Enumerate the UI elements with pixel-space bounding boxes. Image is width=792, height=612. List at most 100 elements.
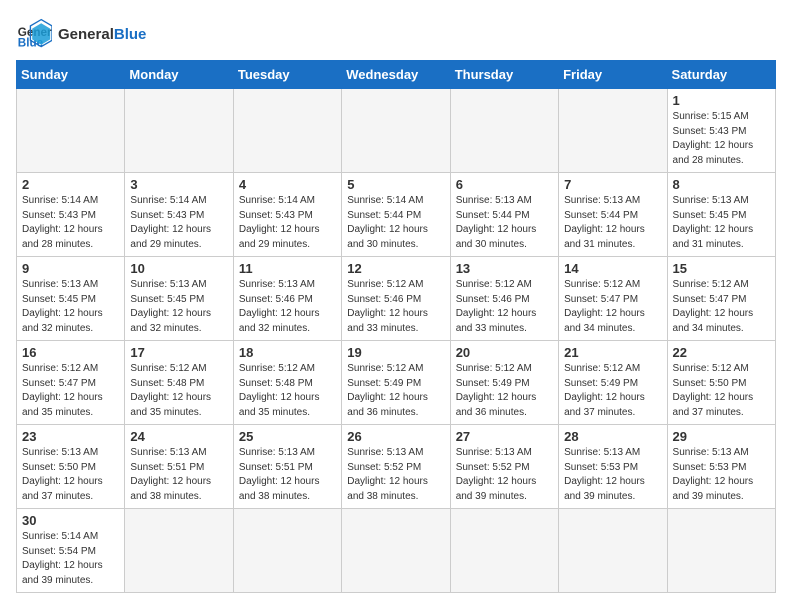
calendar-day-cell: 23 Sunrise: 5:13 AMSunset: 5:50 PMDayligh… — [17, 425, 125, 509]
calendar-day-cell: 29 Sunrise: 5:13 AMSunset: 5:53 PMDayligh… — [667, 425, 775, 509]
page-header: General Blue GeneralBlue — [16, 16, 776, 52]
weekday-header-thursday: Thursday — [450, 61, 558, 89]
calendar-day-cell: 9 Sunrise: 5:13 AMSunset: 5:45 PMDaylight… — [17, 257, 125, 341]
calendar-week-row: 2 Sunrise: 5:14 AMSunset: 5:43 PMDaylight… — [17, 173, 776, 257]
day-info: Sunrise: 5:12 AMSunset: 5:49 PMDaylight:… — [564, 362, 661, 420]
day-number: 3 — [130, 177, 227, 192]
day-info: Sunrise: 5:14 AMSunset: 5:43 PMDaylight:… — [239, 194, 336, 252]
calendar-day-cell: 3 Sunrise: 5:14 AMSunset: 5:43 PMDaylight… — [125, 173, 233, 257]
day-number: 28 — [564, 429, 661, 444]
day-info: Sunrise: 5:12 AMSunset: 5:49 PMDaylight:… — [347, 362, 444, 420]
calendar-day-cell: 8 Sunrise: 5:13 AMSunset: 5:45 PMDaylight… — [667, 173, 775, 257]
logo-general-text: GeneralBlue — [58, 26, 146, 43]
day-number: 12 — [347, 261, 444, 276]
day-info: Sunrise: 5:15 AMSunset: 5:43 PMDaylight:… — [673, 110, 770, 168]
day-number: 7 — [564, 177, 661, 192]
day-info: Sunrise: 5:14 AMSunset: 5:43 PMDaylight:… — [130, 194, 227, 252]
day-number: 18 — [239, 345, 336, 360]
calendar-week-row: 9 Sunrise: 5:13 AMSunset: 5:45 PMDaylight… — [17, 257, 776, 341]
day-number: 5 — [347, 177, 444, 192]
day-number: 13 — [456, 261, 553, 276]
day-info: Sunrise: 5:13 AMSunset: 5:53 PMDaylight:… — [564, 446, 661, 504]
day-number: 23 — [22, 429, 119, 444]
day-number: 16 — [22, 345, 119, 360]
day-number: 27 — [456, 429, 553, 444]
day-info: Sunrise: 5:13 AMSunset: 5:44 PMDaylight:… — [564, 194, 661, 252]
day-info: Sunrise: 5:13 AMSunset: 5:45 PMDaylight:… — [22, 278, 119, 336]
calendar-day-cell — [125, 89, 233, 173]
day-number: 25 — [239, 429, 336, 444]
day-number: 22 — [673, 345, 770, 360]
day-number: 20 — [456, 345, 553, 360]
day-number: 11 — [239, 261, 336, 276]
day-number: 14 — [564, 261, 661, 276]
logo-icon: General Blue — [16, 16, 52, 52]
weekday-header-row: SundayMondayTuesdayWednesdayThursdayFrid… — [17, 61, 776, 89]
calendar-day-cell — [125, 509, 233, 593]
day-info: Sunrise: 5:12 AMSunset: 5:48 PMDaylight:… — [239, 362, 336, 420]
weekday-header-friday: Friday — [559, 61, 667, 89]
calendar-day-cell: 12 Sunrise: 5:12 AMSunset: 5:46 PMDayligh… — [342, 257, 450, 341]
day-number: 30 — [22, 513, 119, 528]
day-number: 10 — [130, 261, 227, 276]
calendar-day-cell — [342, 89, 450, 173]
calendar-day-cell: 21 Sunrise: 5:12 AMSunset: 5:49 PMDayligh… — [559, 341, 667, 425]
calendar-day-cell — [17, 89, 125, 173]
day-info: Sunrise: 5:13 AMSunset: 5:51 PMDaylight:… — [130, 446, 227, 504]
calendar-day-cell: 20 Sunrise: 5:12 AMSunset: 5:49 PMDayligh… — [450, 341, 558, 425]
day-info: Sunrise: 5:13 AMSunset: 5:44 PMDaylight:… — [456, 194, 553, 252]
calendar-day-cell — [450, 89, 558, 173]
calendar-day-cell — [559, 509, 667, 593]
day-info: Sunrise: 5:13 AMSunset: 5:53 PMDaylight:… — [673, 446, 770, 504]
day-number: 1 — [673, 93, 770, 108]
day-info: Sunrise: 5:12 AMSunset: 5:46 PMDaylight:… — [347, 278, 444, 336]
calendar-day-cell: 5 Sunrise: 5:14 AMSunset: 5:44 PMDaylight… — [342, 173, 450, 257]
calendar-day-cell: 13 Sunrise: 5:12 AMSunset: 5:46 PMDayligh… — [450, 257, 558, 341]
day-info: Sunrise: 5:12 AMSunset: 5:46 PMDaylight:… — [456, 278, 553, 336]
logo: General Blue GeneralBlue — [16, 16, 146, 52]
day-info: Sunrise: 5:13 AMSunset: 5:50 PMDaylight:… — [22, 446, 119, 504]
day-number: 6 — [456, 177, 553, 192]
day-info: Sunrise: 5:14 AMSunset: 5:43 PMDaylight:… — [22, 194, 119, 252]
calendar-day-cell: 18 Sunrise: 5:12 AMSunset: 5:48 PMDayligh… — [233, 341, 341, 425]
day-info: Sunrise: 5:13 AMSunset: 5:45 PMDaylight:… — [673, 194, 770, 252]
day-number: 4 — [239, 177, 336, 192]
day-number: 29 — [673, 429, 770, 444]
day-info: Sunrise: 5:12 AMSunset: 5:49 PMDaylight:… — [456, 362, 553, 420]
weekday-header-monday: Monday — [125, 61, 233, 89]
calendar-day-cell: 19 Sunrise: 5:12 AMSunset: 5:49 PMDayligh… — [342, 341, 450, 425]
calendar-day-cell: 24 Sunrise: 5:13 AMSunset: 5:51 PMDayligh… — [125, 425, 233, 509]
day-info: Sunrise: 5:13 AMSunset: 5:51 PMDaylight:… — [239, 446, 336, 504]
calendar-day-cell: 14 Sunrise: 5:12 AMSunset: 5:47 PMDayligh… — [559, 257, 667, 341]
calendar-day-cell: 4 Sunrise: 5:14 AMSunset: 5:43 PMDaylight… — [233, 173, 341, 257]
calendar-day-cell: 15Sunrise: 5:12 AMSunset: 5:47 PMDayligh… — [667, 257, 775, 341]
weekday-header-sunday: Sunday — [17, 61, 125, 89]
day-info: Sunrise: 5:12 AMSunset: 5:48 PMDaylight:… — [130, 362, 227, 420]
day-number: 9 — [22, 261, 119, 276]
calendar-week-row: 1 Sunrise: 5:15 AMSunset: 5:43 PMDaylight… — [17, 89, 776, 173]
calendar-day-cell: 11Sunrise: 5:13 AMSunset: 5:46 PMDayligh… — [233, 257, 341, 341]
calendar-day-cell — [450, 509, 558, 593]
calendar-day-cell: 30Sunrise: 5:14 AMSunset: 5:54 PMDayligh… — [17, 509, 125, 593]
day-info: Sunrise: 5:13 AMSunset: 5:52 PMDaylight:… — [347, 446, 444, 504]
day-number: 26 — [347, 429, 444, 444]
day-number: 2 — [22, 177, 119, 192]
calendar-day-cell — [342, 509, 450, 593]
day-number: 21 — [564, 345, 661, 360]
day-number: 8 — [673, 177, 770, 192]
calendar-day-cell — [667, 509, 775, 593]
calendar-day-cell: 17 Sunrise: 5:12 AMSunset: 5:48 PMDayligh… — [125, 341, 233, 425]
day-info: Sunrise: 5:13 AMSunset: 5:45 PMDaylight:… — [130, 278, 227, 336]
day-info: Sunrise: 5:14 AMSunset: 5:44 PMDaylight:… — [347, 194, 444, 252]
calendar-day-cell — [233, 89, 341, 173]
calendar-day-cell: 2 Sunrise: 5:14 AMSunset: 5:43 PMDaylight… — [17, 173, 125, 257]
weekday-header-wednesday: Wednesday — [342, 61, 450, 89]
day-number: 19 — [347, 345, 444, 360]
day-number: 17 — [130, 345, 227, 360]
day-info: Sunrise: 5:12 AMSunset: 5:47 PMDaylight:… — [564, 278, 661, 336]
day-number: 24 — [130, 429, 227, 444]
day-info: Sunrise: 5:12 AMSunset: 5:47 PMDaylight:… — [22, 362, 119, 420]
calendar-day-cell: 22Sunrise: 5:12 AMSunset: 5:50 PMDayligh… — [667, 341, 775, 425]
calendar-day-cell: 1 Sunrise: 5:15 AMSunset: 5:43 PMDaylight… — [667, 89, 775, 173]
calendar-week-row: 30Sunrise: 5:14 AMSunset: 5:54 PMDayligh… — [17, 509, 776, 593]
